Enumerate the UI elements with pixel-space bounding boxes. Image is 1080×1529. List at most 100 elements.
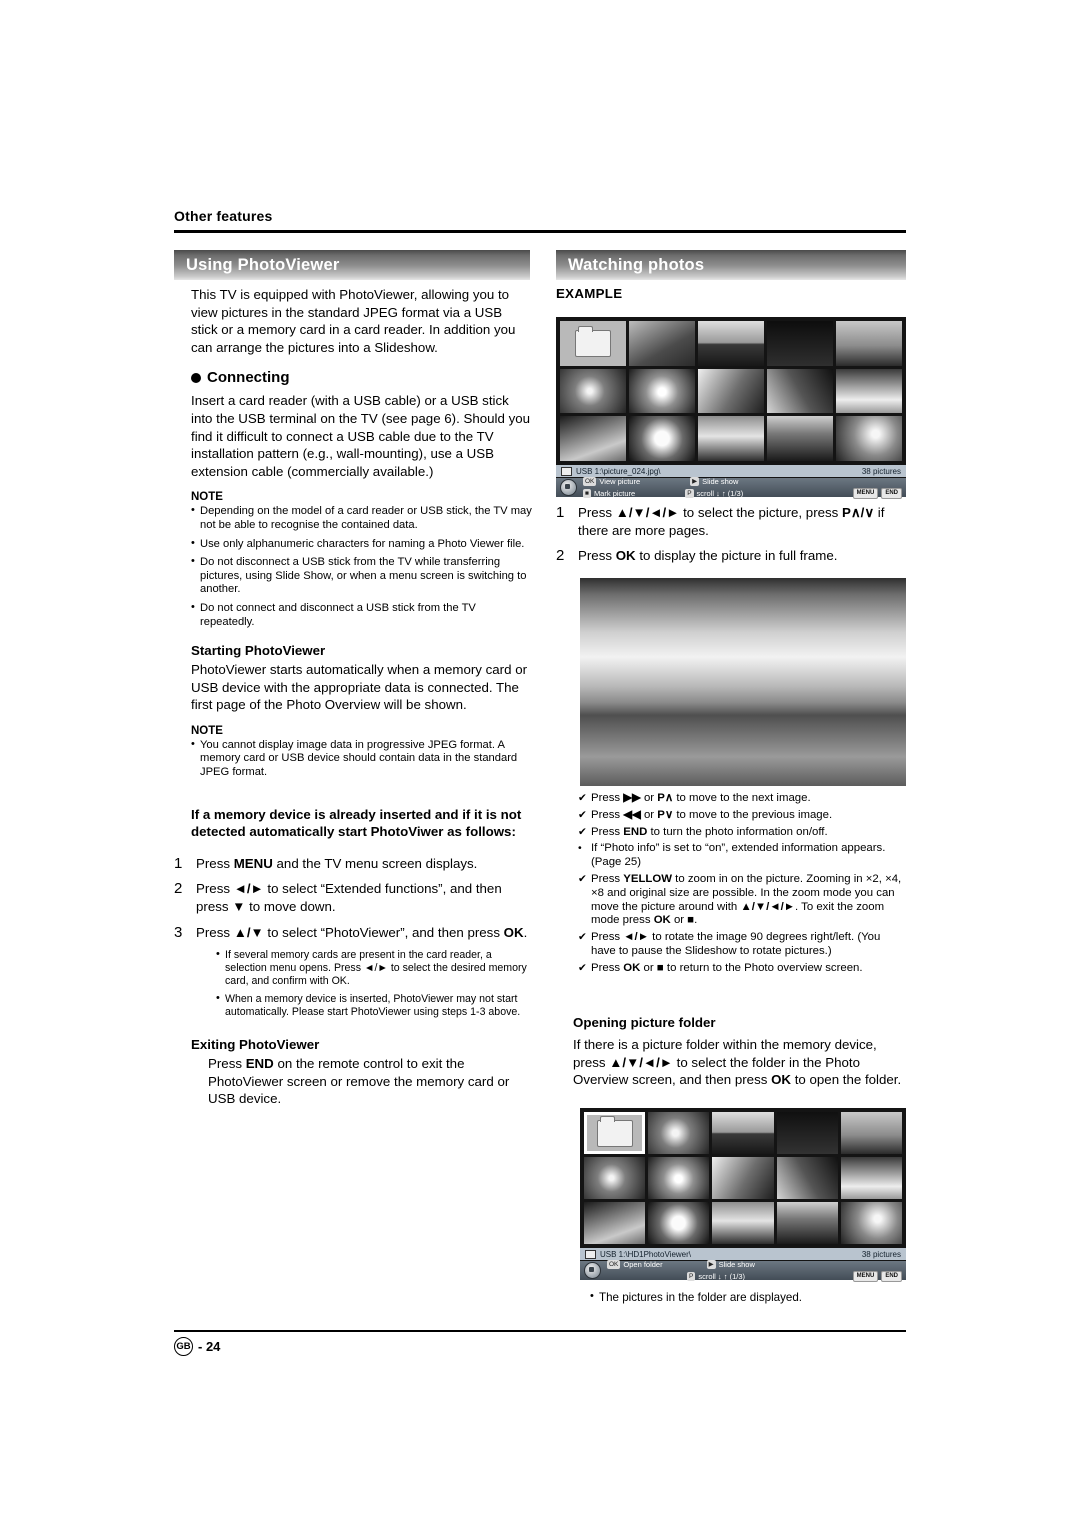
step-text: Press ◄/► to select “Extended functions”… [196, 881, 502, 915]
footer-divider [174, 1330, 906, 1332]
op-slide-show: Slide show [702, 476, 739, 486]
left-column-title-text: Using PhotoViewer [186, 255, 340, 274]
photo-thumbnail[interactable] [767, 321, 833, 366]
control-text: Press YELLOW to zoom in on the picture. … [591, 872, 902, 927]
thumbnail-grid [584, 1112, 902, 1244]
manual-start-heading: If a memory device is already inserted a… [191, 806, 522, 840]
list-item: 3 Press ▲/▼ to select “PhotoViewer”, and… [174, 924, 532, 942]
end-key-icon[interactable]: END [881, 1270, 902, 1282]
photo-thumbnail[interactable] [629, 368, 695, 414]
photo-thumbnail[interactable] [584, 1202, 646, 1244]
list-item: ✔ Press ▶▶ or P∧ to move to the next ima… [578, 792, 908, 806]
folder-thumbnail[interactable] [560, 321, 626, 366]
list-item: Depending on the model of a card reader … [191, 504, 532, 532]
example-label: EXAMPLE [556, 286, 623, 301]
photo-thumbnail[interactable] [712, 1112, 774, 1154]
left-column-title: Using PhotoViewer [174, 250, 530, 280]
list-item: The pictures in the folder are displayed… [590, 1290, 920, 1305]
list-item: When a memory device is inserted, PhotoV… [216, 992, 532, 1019]
list-item: 2 Press OK to display the picture in ful… [556, 547, 908, 565]
list-item: You cannot display image data in progres… [191, 738, 532, 780]
file-path: USB 1:\HD1PhotoViewer\ [600, 1249, 692, 1259]
opening-folder-body: If there is a picture folder within the … [573, 1037, 902, 1088]
op-open-folder: Open folder [623, 1259, 663, 1269]
photo-thumbnail[interactable] [584, 1157, 646, 1199]
starting-notes: You cannot display image data in progres… [191, 738, 532, 780]
picture-count: 38 pictures [861, 466, 901, 476]
list-item: Use only alphanumeric characters for nam… [191, 537, 532, 552]
control-text: Press ◀◀ or P∨ to move to the previous i… [591, 808, 833, 821]
manual-start-steps: 1 Press MENU and the TV menu screen disp… [174, 855, 532, 941]
right-column-title-text: Watching photos [568, 255, 705, 274]
end-key-icon[interactable]: END [881, 487, 902, 499]
menu-key-icon[interactable]: MENU [852, 1270, 879, 1282]
connecting-heading-text: Connecting [207, 369, 290, 387]
photo-thumbnail[interactable] [836, 321, 902, 366]
photo-thumbnail[interactable] [840, 1157, 902, 1199]
step-text: Press OK to display the picture in full … [578, 548, 838, 564]
photo-controls-list: ✔ Press ▶▶ or P∧ to move to the next ima… [578, 792, 908, 979]
control-text: Press ▶▶ or P∧ to move to the next image… [591, 792, 811, 804]
photo-thumbnail[interactable] [648, 1157, 710, 1199]
photo-thumbnail[interactable] [767, 416, 833, 461]
list-item: 2 Press ◄/► to select “Extended function… [174, 880, 532, 915]
check-mark-icon: ✔ [578, 961, 587, 974]
photo-thumbnail[interactable] [840, 1202, 902, 1244]
photo-thumbnail[interactable] [629, 321, 695, 366]
photo-thumbnail[interactable] [836, 416, 902, 461]
menu-key-icon[interactable]: MENU [852, 487, 879, 499]
right-column: EXAMPLE [556, 286, 908, 301]
photo-thumbnail[interactable] [840, 1112, 902, 1154]
usb-icon [561, 466, 572, 476]
page-key-icon: P [685, 488, 694, 498]
status-bar: USB 1:\picture_024.jpg\ 38 pictures [556, 465, 906, 477]
photo-thumbnail[interactable] [712, 1202, 774, 1244]
photo-thumbnail[interactable] [776, 1112, 838, 1154]
header-divider [174, 230, 906, 233]
list-item: ✔ Press ◀◀ or P∨ to move to the previous… [578, 809, 908, 823]
bullet-dot-icon [191, 372, 201, 383]
list-item: ✔ Press ◄/► to rotate the image 90 degre… [578, 931, 908, 959]
op-slide-show: Slide show [718, 1259, 755, 1269]
starting-heading: Starting PhotoViewer [191, 643, 326, 659]
operation-bar: OK View picture ▶ Slide show ■ Mark pict… [556, 476, 906, 499]
check-mark-icon: ✔ [578, 792, 587, 804]
operation-bar: OK Open folder ▶ Slide show P scroll ↓ ↑… [580, 1259, 906, 1282]
photo-thumbnail[interactable] [560, 368, 626, 414]
page-number: - 24 [198, 1339, 221, 1354]
photo-thumbnail[interactable] [767, 368, 833, 414]
photo-thumbnail[interactable] [776, 1157, 838, 1199]
dpad-icon [584, 1262, 601, 1279]
folder-icon [596, 1115, 633, 1147]
photo-thumbnail[interactable] [698, 416, 764, 461]
photo-thumbnail[interactable] [776, 1202, 838, 1244]
dpad-icon [560, 479, 577, 496]
photo-thumbnail[interactable] [836, 368, 902, 414]
step-number: 2 [556, 547, 565, 565]
folder-thumbnail-selected[interactable] [584, 1112, 646, 1154]
step-text: Press ▲/▼ to select “PhotoViewer”, and t… [196, 924, 528, 940]
manual-page: Other features Using PhotoViewer Watchin… [0, 0, 1080, 1529]
photo-thumbnail[interactable] [560, 416, 626, 461]
photo-thumbnail[interactable] [698, 321, 764, 366]
list-item: ✔ Press YELLOW to zoom in on the picture… [578, 873, 908, 928]
manual-start-notes: If several memory cards are present in t… [216, 948, 532, 1019]
photo-thumbnail[interactable] [698, 368, 764, 414]
photo-thumbnail[interactable] [629, 416, 695, 461]
bullet-icon: • [578, 842, 582, 855]
photo-thumbnail[interactable] [648, 1202, 710, 1244]
photo-overview-screen: USB 1:\picture_024.jpg\ 38 pictures OK V… [556, 317, 906, 499]
watching-photos-steps: 1 Press ▲/▼/◄/► to select the picture, p… [556, 504, 908, 573]
folder-overview-screen: USB 1:\HD1PhotoViewer\ 38 pictures OK Op… [580, 1108, 906, 1282]
list-item: If several memory cards are present in t… [216, 948, 532, 988]
opening-folder-heading: Opening picture folder [573, 1015, 716, 1030]
control-text: If “Photo info” is set to “on”, extended… [591, 842, 886, 869]
left-column: This TV is equipped with PhotoViewer, al… [174, 286, 532, 1108]
control-text: Press ◄/► to rotate the image 90 degrees… [591, 931, 881, 957]
step-number: 1 [174, 854, 183, 872]
photo-thumbnail[interactable] [648, 1112, 710, 1154]
right-column-title: Watching photos [556, 250, 906, 280]
ok-key-icon: OK [607, 1259, 621, 1269]
photo-thumbnail[interactable] [712, 1157, 774, 1199]
picture-count: 38 pictures [861, 1249, 901, 1259]
